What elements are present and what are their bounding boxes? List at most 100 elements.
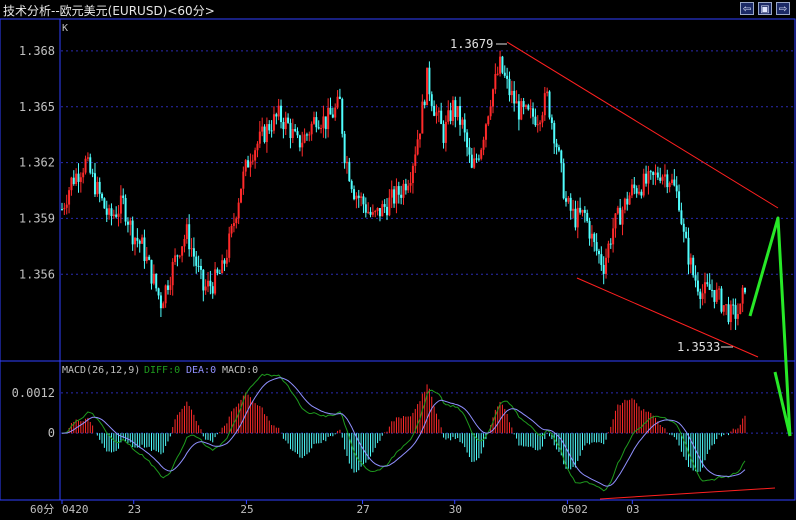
- candlestick-series: [61, 50, 746, 331]
- candle-body: [202, 269, 205, 291]
- candle-body: [258, 131, 261, 144]
- price-tick-label: 1.362: [19, 156, 55, 170]
- candle-body: [235, 218, 238, 224]
- candle-body: [708, 284, 711, 290]
- candle-body: [586, 212, 589, 222]
- candle-body: [261, 126, 264, 132]
- candle-body: [242, 171, 245, 189]
- candle-body: [211, 286, 214, 294]
- candle-body: [329, 107, 332, 115]
- candle-body: [696, 280, 699, 292]
- candle-body: [251, 160, 254, 162]
- chart-canvas[interactable]: K 1.368 1.365 1.362 1.359 1.356 0.0012 0 0420…: [0, 0, 796, 520]
- candle-body: [159, 295, 162, 309]
- candle-body: [357, 195, 360, 198]
- candle-body: [320, 128, 323, 130]
- candle-body: [350, 181, 353, 190]
- candle-body: [692, 257, 695, 276]
- macd-histogram: [63, 384, 746, 473]
- candle-body: [268, 124, 271, 131]
- macd-legend-dea: DEA:0: [186, 365, 216, 376]
- candle-body: [574, 208, 577, 228]
- macd-divergence-line[interactable]: [599, 487, 776, 500]
- candle-body: [355, 195, 358, 200]
- candle-body: [322, 116, 325, 129]
- candle-body: [522, 101, 525, 107]
- time-tick-label: 23: [128, 503, 141, 516]
- candle-body: [301, 142, 304, 148]
- candle-body: [581, 209, 584, 213]
- candle-body: [727, 304, 730, 323]
- candle-body: [150, 259, 153, 284]
- candle-body: [263, 126, 266, 143]
- candle-body: [157, 288, 160, 296]
- candle-body: [440, 110, 443, 124]
- candle-body: [291, 128, 294, 139]
- candle-body: [345, 161, 348, 164]
- price-tick-label: 1.368: [19, 44, 55, 58]
- candle-body: [315, 117, 318, 128]
- candle-body: [447, 110, 450, 122]
- candle-body: [682, 223, 685, 232]
- candle-body: [378, 208, 381, 217]
- candle-body: [661, 176, 664, 181]
- candle-body: [131, 220, 134, 245]
- time-tick-label: 25: [240, 503, 253, 516]
- candle-body: [494, 74, 497, 90]
- candle-body: [508, 78, 511, 96]
- candle-body: [633, 184, 636, 189]
- candle-body: [411, 165, 414, 183]
- candle-body: [562, 163, 565, 199]
- candle-body: [108, 208, 111, 215]
- candle-body: [477, 158, 480, 160]
- candle-body: [371, 212, 374, 215]
- candle-body: [353, 189, 356, 200]
- candle-body: [621, 209, 624, 225]
- candle-body: [75, 173, 78, 185]
- candle-body: [741, 287, 744, 304]
- candle-body: [614, 213, 617, 229]
- candle-body: [98, 181, 101, 194]
- price-tick-label: 1.356: [19, 267, 55, 281]
- candle-body: [701, 293, 704, 299]
- candle-body: [619, 207, 622, 225]
- candle-body: [579, 207, 582, 213]
- macd-tick-label: 0.0012: [12, 386, 55, 400]
- time-tick-label: 27: [357, 503, 370, 516]
- candle-body: [732, 304, 735, 306]
- candle-body: [680, 210, 683, 224]
- candle-body: [428, 67, 431, 95]
- candle-body: [527, 105, 530, 110]
- forecast-arrow-up: [748, 216, 792, 437]
- candle-body: [317, 127, 320, 129]
- candle-body: [567, 197, 570, 202]
- candle-body: [237, 202, 240, 219]
- candle-body: [289, 122, 292, 139]
- candle-body: [687, 237, 690, 265]
- upper-trendline[interactable]: [506, 41, 779, 209]
- candle-body: [338, 96, 341, 99]
- candle-body: [640, 191, 643, 196]
- candle-body: [609, 243, 612, 245]
- candle-body: [711, 289, 714, 291]
- candle-body: [451, 100, 454, 121]
- candle-body: [517, 101, 520, 120]
- candle-body: [164, 285, 167, 304]
- candle-body: [383, 204, 386, 207]
- candle-body: [654, 172, 657, 175]
- time-tick-label: 0502: [561, 503, 588, 516]
- macd-title: MACD(26,12,9): [62, 365, 140, 376]
- candle-body: [331, 114, 334, 118]
- candle-body: [178, 255, 181, 257]
- candle-body: [376, 208, 379, 211]
- candle-body: [645, 173, 648, 184]
- candle-body: [61, 209, 63, 211]
- candle-body: [734, 305, 737, 319]
- candle-body: [239, 188, 242, 203]
- candle-body: [185, 224, 188, 239]
- candle-body: [402, 183, 405, 198]
- candle-body: [421, 101, 424, 134]
- candle-body: [739, 303, 742, 315]
- price-tick-label: 1.359: [19, 211, 55, 225]
- candle-body: [388, 197, 391, 216]
